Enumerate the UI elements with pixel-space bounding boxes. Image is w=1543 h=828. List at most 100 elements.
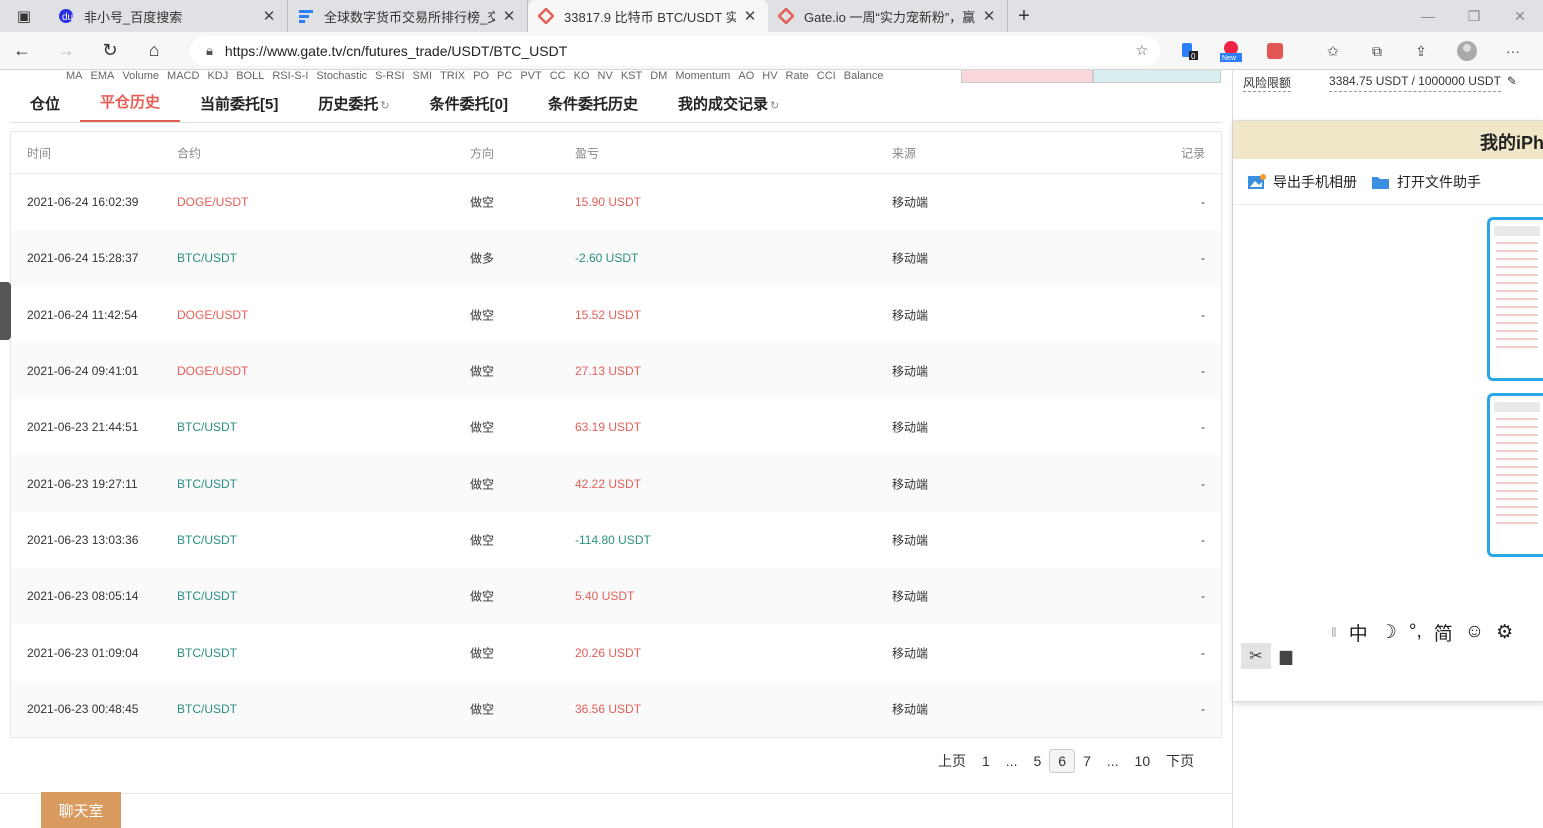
indicator-item[interactable]: HV xyxy=(762,70,777,82)
indicator-item[interactable]: Balance xyxy=(844,70,884,82)
indicator-item[interactable]: NV xyxy=(598,70,613,82)
open-file-assistant-button[interactable]: 打开文件助手 xyxy=(1371,172,1481,192)
tab-current-orders[interactable]: 当前委托[5] xyxy=(180,93,298,122)
indicator-item[interactable]: CCI xyxy=(817,70,836,82)
screenshot-thumbnail[interactable] xyxy=(1487,393,1543,557)
cell-pnl: 63.19 USDT xyxy=(575,420,642,435)
collections-icon[interactable]: ⧉ xyxy=(1362,36,1392,66)
indicator-item[interactable]: Momentum xyxy=(675,70,730,82)
cell-pair[interactable]: BTC/USDT xyxy=(177,533,237,547)
indicator-item[interactable]: TRIX xyxy=(440,70,465,82)
cell-pair[interactable]: DOGE/USDT xyxy=(177,364,248,378)
page-7-button[interactable]: 7 xyxy=(1075,753,1099,769)
indicator-item[interactable]: KDJ xyxy=(207,70,228,82)
current-page[interactable]: 6 xyxy=(1049,749,1076,773)
indicator-item[interactable]: Volume xyxy=(122,70,159,82)
tab-close-history[interactable]: 平仓历史 xyxy=(80,91,181,122)
maximize-icon[interactable]: ❐ xyxy=(1451,0,1497,32)
cell-pair[interactable]: BTC/USDT xyxy=(177,589,237,603)
indicator-item[interactable]: Rate xyxy=(786,70,809,82)
minimize-icon[interactable]: — xyxy=(1405,0,1451,32)
tab-my-trades[interactable]: 我的成交记录 ↻ xyxy=(658,93,799,122)
indicator-item[interactable]: AO xyxy=(738,70,754,82)
browser-tab-4[interactable]: Gate.io 一周“实力宠新粉”，赢5,0 ✕ xyxy=(768,0,1008,32)
indicator-item[interactable]: KST xyxy=(621,70,642,82)
indicator-item[interactable]: MA xyxy=(66,70,83,82)
ime-emoji-icon[interactable]: ☺ xyxy=(1465,621,1484,643)
tab-conditional-history[interactable]: 条件委托历史 xyxy=(528,93,658,122)
favorites-icon[interactable]: ✩ xyxy=(1318,36,1348,66)
table-row: 2021-06-24 16:02:39 DOGE/USDT 做空 15.90 USDT… xyxy=(11,174,1221,230)
add-favorite-icon[interactable]: ☆ xyxy=(1135,42,1148,59)
scissors-icon[interactable]: ✂ xyxy=(1241,643,1271,669)
tab-positions[interactable]: 仓位 xyxy=(10,93,80,122)
ime-settings-icon[interactable]: ⚙ xyxy=(1496,621,1513,644)
close-window-icon[interactable]: ✕ xyxy=(1497,0,1543,32)
page-1-button[interactable]: 1 xyxy=(974,753,998,769)
share-icon[interactable]: ⇪ xyxy=(1406,36,1436,66)
page-5-button[interactable]: 5 xyxy=(1025,753,1049,769)
cell-pair[interactable]: BTC/USDT xyxy=(177,251,237,265)
indicator-item[interactable]: RSI-S-I xyxy=(272,70,308,82)
more-menu-icon[interactable]: ··· xyxy=(1498,36,1528,66)
ime-grip-icon[interactable]: ‖ xyxy=(1331,624,1337,640)
indicator-item[interactable]: EMA xyxy=(91,70,115,82)
ime-simplified-toggle[interactable]: 简 xyxy=(1434,619,1453,646)
screenshot-thumbnail[interactable] xyxy=(1487,217,1543,381)
indicator-item[interactable]: SMI xyxy=(413,70,433,82)
indicator-item[interactable]: MACD xyxy=(167,70,199,82)
chatroom-button[interactable]: 聊天室 xyxy=(41,792,121,828)
window-controls: — ❐ ✕ xyxy=(1405,0,1543,32)
prev-page-button[interactable]: 上页 xyxy=(930,751,974,771)
indicator-item[interactable]: PO xyxy=(473,70,489,82)
close-tab-icon[interactable]: ✕ xyxy=(261,7,277,25)
browser-tab-1[interactable]: du 非小号_百度搜索 ✕ xyxy=(48,0,288,32)
ime-punct-icon[interactable]: °, xyxy=(1409,621,1422,643)
side-handle[interactable] xyxy=(0,282,11,340)
cell-pair[interactable]: DOGE/USDT xyxy=(177,308,248,322)
page-10-button[interactable]: 10 xyxy=(1127,753,1159,769)
cell-pair[interactable]: DOGE/USDT xyxy=(177,195,248,209)
refresh-icon[interactable]: ↻ xyxy=(88,32,132,70)
folder-icon[interactable]: ▆ xyxy=(1271,643,1301,669)
back-icon[interactable]: ← xyxy=(0,32,44,70)
cell-pair[interactable]: BTC/USDT xyxy=(177,420,237,434)
indicator-item[interactable]: KO xyxy=(574,70,590,82)
indicator-item[interactable]: DM xyxy=(650,70,667,82)
browser-tab-2[interactable]: 全球数字货币交易所排行榜_交易 ✕ xyxy=(288,0,528,32)
refresh-icon[interactable]: ↻ xyxy=(770,100,779,112)
cell-pair[interactable]: BTC/USDT xyxy=(177,702,237,716)
red-extension-icon[interactable] xyxy=(1260,36,1290,66)
profile-avatar-icon[interactable] xyxy=(1452,36,1482,66)
new-tab-icon[interactable]: + xyxy=(1008,0,1040,32)
gate-icon xyxy=(538,8,554,24)
tab-conditional-orders[interactable]: 条件委托[0] xyxy=(410,93,528,122)
close-tab-icon[interactable]: ✕ xyxy=(501,7,517,25)
indicator-item[interactable]: PVT xyxy=(520,70,541,82)
url-input[interactable]: 🔒︎ https://www.gate.tv/cn/futures_trade/… xyxy=(190,36,1160,66)
risk-limit: 风险限额 3384.75 USDT / 1000000 USDT ✎ xyxy=(1243,74,1517,92)
refresh-icon[interactable]: ↻ xyxy=(380,100,389,112)
extension-icon[interactable]: 0 xyxy=(1174,36,1204,66)
cell-pair[interactable]: BTC/USDT xyxy=(177,477,237,491)
cell-pair[interactable]: BTC/USDT xyxy=(177,646,237,660)
cell-direction: 做空 xyxy=(470,702,495,717)
tab-actions-icon[interactable]: ▣ xyxy=(0,0,48,32)
tab-order-history[interactable]: 历史委托 ↻ xyxy=(298,93,409,122)
indicator-item[interactable]: Stochastic xyxy=(316,70,367,82)
ime-moon-icon[interactable]: ☽ xyxy=(1380,621,1397,644)
edit-icon[interactable]: ✎ xyxy=(1507,74,1517,92)
next-page-button[interactable]: 下页 xyxy=(1158,751,1202,771)
indicator-item[interactable]: CC xyxy=(550,70,566,82)
close-tab-icon[interactable]: ✕ xyxy=(981,7,997,25)
indicator-item[interactable]: PC xyxy=(497,70,512,82)
new-extension-icon[interactable]: New xyxy=(1216,36,1246,66)
ime-chinese-toggle[interactable]: 中 xyxy=(1349,619,1368,646)
browser-tab-3[interactable]: 33817.9 比特币 BTC/USDT 实盘交 ✕ xyxy=(528,0,768,32)
close-tab-icon[interactable]: ✕ xyxy=(742,7,758,25)
indicator-item[interactable]: BOLL xyxy=(236,70,264,82)
indicator-item[interactable]: S-RSI xyxy=(375,70,404,82)
home-icon[interactable]: ⌂ xyxy=(132,32,176,70)
export-album-button[interactable]: 导出手机相册 xyxy=(1247,172,1357,192)
forward-icon[interactable]: → xyxy=(44,32,88,70)
